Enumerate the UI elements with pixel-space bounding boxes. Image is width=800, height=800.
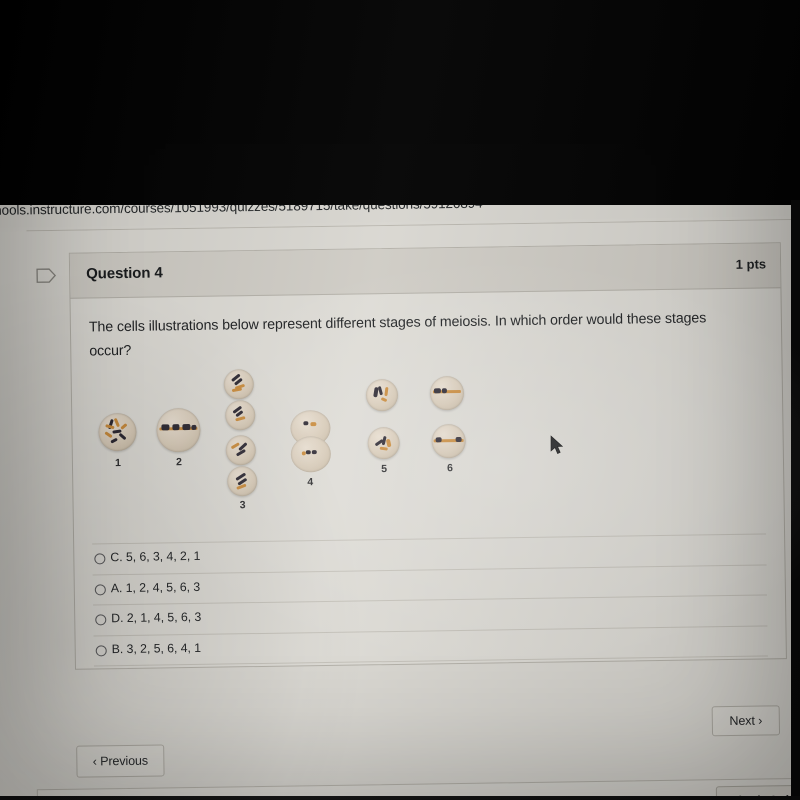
radio-button-a[interactable] [94,583,106,595]
flag-bookmark-icon[interactable] [36,268,57,283]
previous-button[interactable]: ‹ Previous [76,744,165,778]
cell-label-4: 4 [307,476,314,489]
cell-illustration-3d [227,466,258,497]
quiz-page: Question 4 1 pts The cells illustrations… [0,219,800,800]
radio-button-c[interactable] [94,553,106,565]
cell-illustration-6b [431,423,466,459]
meiosis-diagram: 1 2 3 4 5 6 [82,365,544,532]
question-points-badge: 1 pts [735,256,767,272]
cell-illustration-2 [156,407,201,453]
answer-label-b: B. 3, 2, 5, 6, 4, 1 [111,640,202,656]
cell-illustration-5a [365,378,399,412]
answer-list: C. 5, 6, 3, 4, 2, 1 A. 1, 2, 4, 5, 6, 3 … [92,533,768,667]
radio-button-b[interactable] [95,644,107,656]
cell-label-2: 2 [175,456,182,469]
answer-label-a: A. 1, 2, 4, 5, 6, 3 [110,579,201,595]
cell-illustration-6a [429,375,465,411]
next-button[interactable]: Next › [711,705,781,737]
cell-illustration-1 [98,412,137,452]
answer-label-c: C. 5, 6, 3, 4, 2, 1 [110,548,201,565]
photo-right-edge [791,200,800,800]
cell-illustration-4 [290,409,332,473]
question-text: The cells illustrations below represent … [88,310,707,360]
mouse-pointer-icon [549,435,565,455]
photo-top-letterbox [0,0,800,205]
cell-label-3: 3 [239,499,246,512]
page-title: Question 4 [86,264,163,283]
cell-illustration-5b [367,426,400,460]
cell-label-5: 5 [381,463,388,476]
cell-label-1: 1 [114,457,121,470]
cell-illustration-3c [225,435,256,466]
photo-bottom-edge [0,796,800,800]
screen-photo: hools.instructure.com/courses/1051993/qu… [0,0,800,800]
cell-illustration-3b [225,400,256,431]
cell-label-6: 6 [447,462,454,475]
radio-button-d[interactable] [95,614,107,626]
cell-illustration-3a [223,369,255,400]
question-header: Question 4 1 pts [69,243,781,299]
answer-label-d: D. 2, 1, 4, 5, 6, 3 [111,609,202,626]
question-container: Question 4 1 pts The cells illustrations… [36,242,787,670]
browser-screen: hools.instructure.com/courses/1051993/qu… [0,185,800,800]
